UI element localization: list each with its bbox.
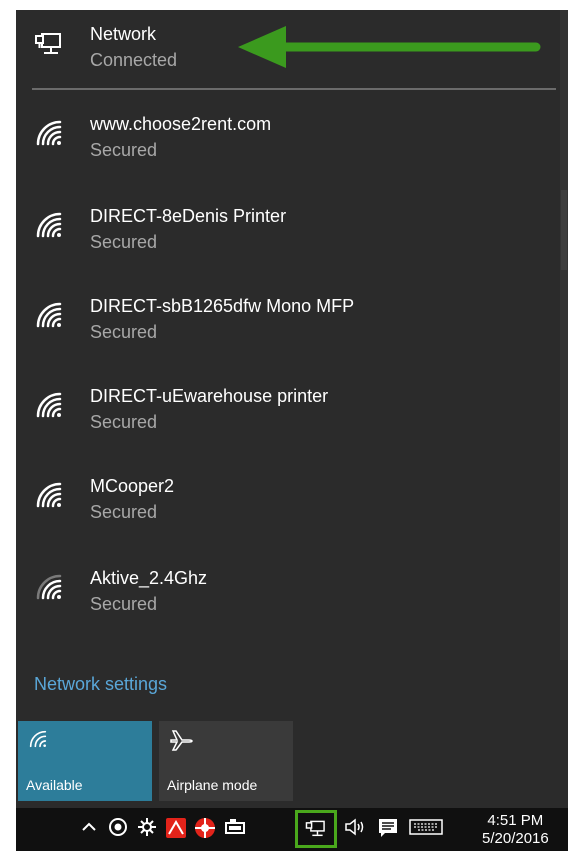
network-status: Secured [90, 594, 158, 614]
wifi-icon [28, 729, 48, 754]
network-name: MCooper2 [90, 476, 175, 496]
network-name: DIRECT-sbB1265dfw Mono MFP [90, 296, 355, 316]
wifi-signal-weak-icon [34, 572, 64, 602]
wifi-tile-label: Available [26, 777, 83, 793]
chevron-up-icon[interactable] [76, 817, 102, 843]
taskbar: 4:51 PM 5/20/2016 [16, 808, 568, 851]
network-status: Secured [90, 322, 158, 342]
annotation-arrow [238, 26, 541, 68]
wifi-signal-icon [34, 118, 64, 148]
keyboard-icon[interactable] [408, 817, 444, 843]
network-status: Secured [90, 502, 158, 522]
network-name: DIRECT-8eDenis Printer [90, 206, 287, 226]
record-icon[interactable] [105, 817, 131, 843]
network-name: www.choose2rent.com [90, 114, 272, 134]
network-item[interactable]: DIRECT-sbB1265dfw Mono MFP Secured [16, 282, 556, 362]
network-settings-link[interactable]: Network settings [34, 674, 167, 695]
wifi-signal-icon [34, 300, 64, 330]
network-item[interactable]: www.choose2rent.com Secured [16, 100, 556, 180]
network-item[interactable]: DIRECT-uEwarehouse printer Secured [16, 372, 556, 452]
network-item[interactable]: DIRECT-8eDenis Printer Secured [16, 192, 556, 272]
wifi-toggle-tile[interactable]: Available [18, 721, 152, 801]
airplane-mode-tile[interactable]: Airplane mode [159, 721, 293, 801]
network-item[interactable]: MCooper2 Secured [16, 462, 556, 542]
airplane-tile-label: Airplane mode [167, 777, 258, 793]
network-status: Secured [90, 412, 158, 432]
wifi-signal-icon [34, 390, 64, 420]
volume-icon[interactable] [342, 817, 368, 843]
wifi-signal-icon [34, 210, 64, 240]
network-name: DIRECT-uEwarehouse printer [90, 386, 329, 406]
network-item[interactable]: Aktive_2.4Ghz Secured [16, 554, 556, 634]
action-center-icon[interactable] [375, 817, 401, 843]
lifebuoy-icon[interactable] [192, 817, 218, 843]
clock-date: 5/20/2016 [482, 830, 549, 847]
network-status: Secured [90, 140, 158, 160]
clock[interactable]: 4:51 PM 5/20/2016 [482, 812, 549, 848]
network-status: Secured [90, 232, 158, 252]
battery-icon[interactable] [222, 817, 248, 843]
network-icon[interactable] [303, 817, 329, 843]
network-name: Aktive_2.4Ghz [90, 568, 208, 588]
network-flyout: Network Connected www.choose2rent.com Se… [16, 10, 568, 808]
gear-sun-icon[interactable] [134, 817, 160, 843]
clock-time: 4:51 PM [487, 812, 544, 829]
airplane-icon [169, 729, 193, 756]
divider [32, 88, 556, 90]
acrobat-icon[interactable] [163, 817, 189, 843]
scrollbar[interactable] [560, 10, 568, 660]
wifi-signal-icon [34, 480, 64, 510]
scrollbar-thumb[interactable] [561, 190, 567, 270]
